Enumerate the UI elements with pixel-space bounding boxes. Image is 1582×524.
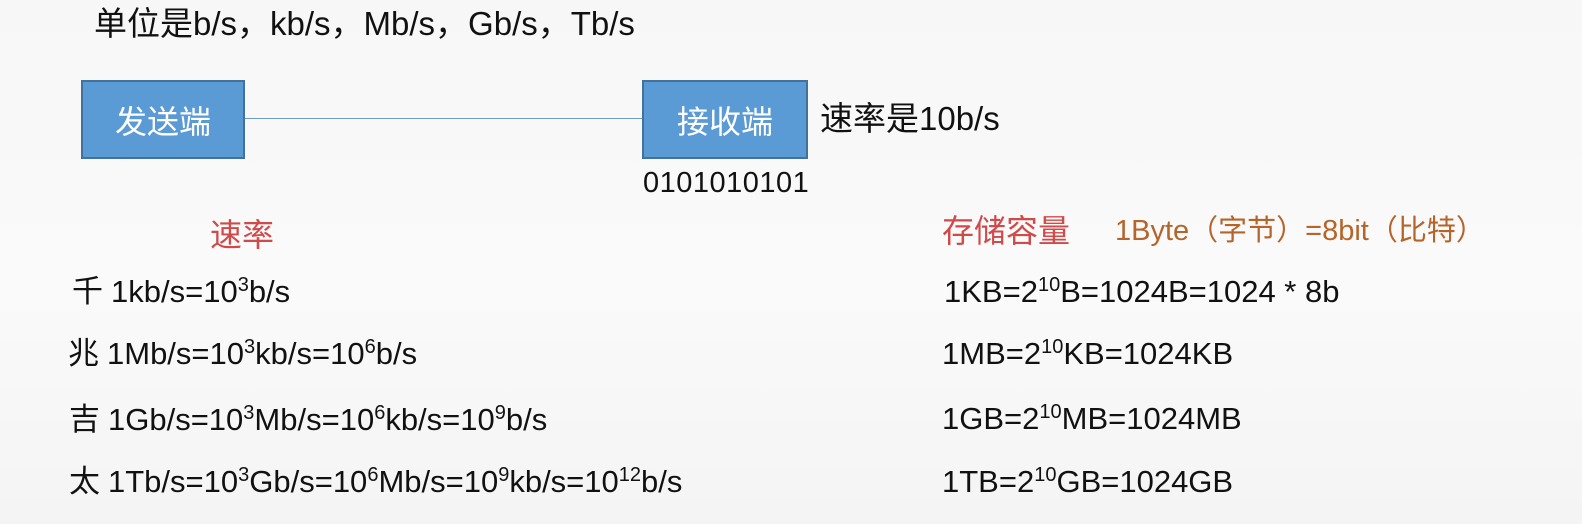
formula-text: Mb/s=10 <box>378 464 499 499</box>
rate-row-mega: 兆 1Mb/s=103kb/s=106b/s <box>68 334 417 378</box>
exponent: 12 <box>618 464 642 486</box>
exponent: 6 <box>374 402 386 424</box>
formula-text: 1KB=2 <box>944 274 1038 309</box>
bit-stream: 0101010101 <box>643 167 810 199</box>
formula-text: b/s <box>505 402 548 437</box>
rate-prefix: 吉 <box>69 402 100 438</box>
rate-row-tera: 太 1Tb/s=103Gb/s=106Mb/s=109kb/s=1012b/s <box>69 462 682 506</box>
formula-text: 1Tb/s=10 <box>108 464 239 499</box>
rate-row-giga: 吉 1Gb/s=103Mb/s=106kb/s=109b/s <box>69 400 547 444</box>
storage-heading: 存储容量 <box>942 213 1071 249</box>
rate-label: 速率是10b/s <box>820 100 1000 137</box>
rate-prefix: 兆 <box>68 336 99 372</box>
formula-text: Mb/s=10 <box>254 402 375 437</box>
sender-box: 发送端 <box>81 80 245 159</box>
formula-text: 1kb/s=10 <box>111 274 238 309</box>
formula-text: b/s <box>375 336 418 371</box>
formula-text: GB=1024GB <box>1056 464 1234 499</box>
formula-text: 1TB=2 <box>942 464 1035 499</box>
formula-text: b/s <box>248 274 291 309</box>
rate-prefix: 太 <box>69 464 100 500</box>
rate-prefix: 千 <box>72 274 103 310</box>
formula-text: kb/s=10 <box>255 336 365 371</box>
rate-heading: 速率 <box>210 217 275 253</box>
receiver-label: 接收端 <box>676 102 773 141</box>
exponent: 10 <box>1037 274 1061 296</box>
formula-text: kb/s=10 <box>509 464 619 499</box>
formula-text: 1GB=2 <box>942 401 1040 436</box>
storage-row-gb: 1GB=210MB=1024MB <box>942 399 1242 443</box>
sender-label: 发送端 <box>114 102 211 141</box>
exponent: 6 <box>364 336 376 358</box>
exponent: 3 <box>244 336 256 358</box>
storage-row-kb: 1KB=210B=1024B=1024 * 8b <box>944 272 1339 316</box>
formula-text: 1MB=2 <box>942 336 1042 371</box>
exponent: 3 <box>237 274 249 296</box>
rate-row-kilo: 千 1kb/s=103b/s <box>72 272 290 316</box>
byte-definition: 1Byte（字节）=8bit（比特） <box>1115 215 1485 247</box>
exponent: 6 <box>367 464 379 486</box>
exponent: 10 <box>1039 401 1062 423</box>
formula-text: Gb/s=10 <box>249 464 368 499</box>
formula-text: kb/s=10 <box>385 402 495 437</box>
exponent: 3 <box>238 464 250 486</box>
storage-row-tb: 1TB=210GB=1024GB <box>942 462 1233 506</box>
formula-text: b/s <box>641 464 683 499</box>
exponent: 10 <box>1034 464 1057 486</box>
link-line <box>245 118 642 119</box>
exponent: 3 <box>243 402 255 424</box>
storage-row-mb: 1MB=210KB=1024KB <box>942 334 1233 378</box>
units-text: 单位是b/s，kb/s，Mb/s，Gb/s，Tb/s <box>94 5 635 42</box>
formula-text: 1Mb/s=10 <box>107 336 245 371</box>
formula-text: 1Gb/s=10 <box>108 402 244 437</box>
receiver-box: 接收端 <box>642 80 808 159</box>
formula-text: MB=1024MB <box>1061 401 1242 436</box>
exponent: 9 <box>498 464 510 486</box>
formula-text: KB=1024KB <box>1063 336 1234 371</box>
exponent: 10 <box>1041 336 1064 358</box>
exponent: 9 <box>494 402 506 424</box>
formula-text: B=1024B=1024 * 8b <box>1060 274 1340 309</box>
